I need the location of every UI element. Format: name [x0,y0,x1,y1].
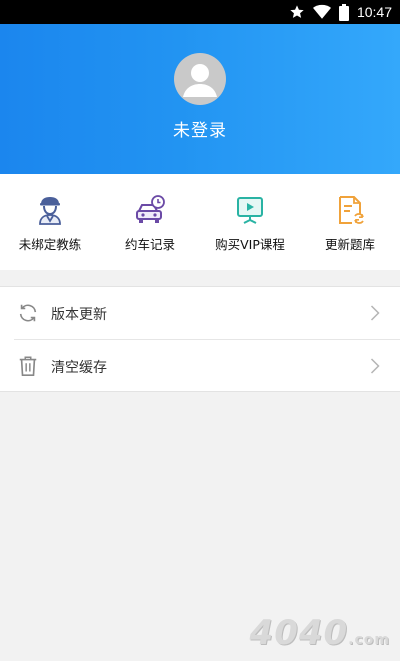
menu-item-clear-cache[interactable]: 清空缓存 [0,340,400,392]
login-status[interactable]: 未登录 [0,116,400,141]
status-time: 10:47 [356,4,392,20]
quick-item-label: 更新题库 [324,237,375,252]
quick-item-label: 购买VIP课程 [215,237,285,252]
settings-menu: 版本更新 清空缓存 [0,286,400,392]
quick-item-vip-course[interactable]: 购买VIP课程 [200,174,300,270]
video-course-icon [237,197,263,224]
refresh-icon [19,304,37,322]
star-icon [289,4,305,20]
battery-icon [338,3,349,21]
status-bar: 10:47 [0,0,400,24]
site-watermark: 4040.com [250,613,390,653]
quick-item-label: 未绑定教练 [18,237,82,252]
coach-icon [39,197,61,225]
trash-icon [19,356,37,376]
watermark-suffix: .com [348,632,390,648]
menu-item-label: 版本更新 [51,307,107,323]
chevron-right-icon [370,305,380,321]
quick-item-coach[interactable]: 未绑定教练 [0,174,100,270]
wifi-icon [312,4,331,20]
quick-actions: 未绑定教练 约车记录 购买VIP课程 更新题库 [0,174,400,270]
quick-item-update-questions[interactable]: 更新题库 [300,174,400,270]
quick-item-car-records[interactable]: 约车记录 [100,174,200,270]
menu-item-label: 清空缓存 [51,360,107,376]
menu-item-version-update[interactable]: 版本更新 [0,287,400,340]
default-user-icon [183,64,217,97]
status-icons: 10:47 [289,3,392,21]
car-clock-icon [136,195,165,223]
chevron-right-icon [370,358,380,374]
question-bank-refresh-icon [339,196,364,224]
quick-item-label: 约车记录 [124,237,175,252]
watermark-text: 4040 [249,613,349,653]
profile-header: 未登录 [0,24,400,174]
avatar[interactable] [174,53,226,105]
